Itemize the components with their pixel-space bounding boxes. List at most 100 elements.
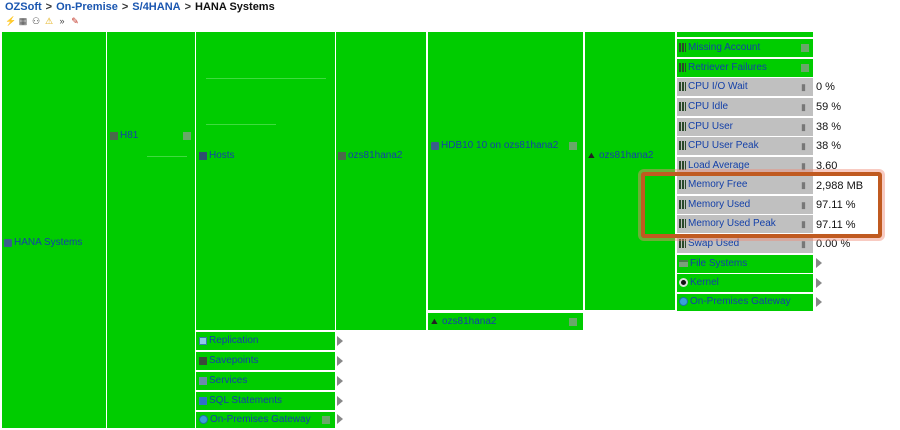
users-icon[interactable]: ⚇ <box>31 16 41 26</box>
metric-cpu-user-peak[interactable]: CPU User Peak ▮ <box>677 137 813 155</box>
metric-value: 3.60 <box>816 160 838 172</box>
expand-arrow[interactable] <box>337 336 343 346</box>
metric-missing-account[interactable]: Missing Account <box>677 39 813 57</box>
tree-node-savepoints[interactable]: Savepoints <box>196 352 335 370</box>
faded-line <box>206 124 276 125</box>
metric-name: CPU Idle <box>688 101 729 112</box>
expand-arrow[interactable] <box>337 376 343 386</box>
database-icon <box>431 141 439 150</box>
tree-node-replication[interactable]: Replication <box>196 332 335 350</box>
expand-arrow[interactable] <box>816 297 822 307</box>
metric-icon <box>679 161 686 170</box>
metric-row-partial <box>677 32 813 37</box>
tree-node-host-ozs81hana2[interactable]: ozs81hana2 <box>336 32 426 330</box>
tree-node-kernel[interactable]: Kernel <box>677 274 813 292</box>
metric-cpu-io-wait[interactable]: CPU I/O Wait ▮ <box>677 78 813 96</box>
chart-icon[interactable]: ▮ <box>801 83 810 92</box>
status-icon <box>569 142 577 150</box>
breadcrumb-separator: > <box>184 1 192 13</box>
chart-icon[interactable]: ▮ <box>801 142 810 151</box>
breadcrumb-link-on-premise[interactable]: On-Premise <box>56 1 118 13</box>
pin-icon[interactable]: ✎ <box>70 16 80 26</box>
node-label: Savepoints <box>199 355 258 366</box>
node-label: Hosts <box>199 150 235 161</box>
node-label: Kernel <box>690 277 719 288</box>
expand-arrow[interactable] <box>816 278 822 288</box>
database-icon <box>4 238 12 247</box>
gateway-icon <box>199 415 208 424</box>
breadcrumb-link-s4hana[interactable]: S/4HANA <box>132 1 180 13</box>
gateway-icon <box>679 297 688 306</box>
metric-value: 38 % <box>816 140 842 152</box>
node-label: ozs81hana2 <box>338 150 403 161</box>
metric-cpu-idle[interactable]: CPU Idle ▮ <box>677 98 813 116</box>
expand-arrow[interactable] <box>337 396 343 406</box>
tree-node-hana-systems[interactable]: HANA Systems <box>2 32 106 428</box>
status-icon <box>569 318 577 326</box>
status-icon <box>801 44 809 52</box>
metric-name: Load Average <box>688 160 750 171</box>
breadcrumb-separator: > <box>45 1 53 13</box>
tree-node-linux-ozs81hana2-2[interactable]: ⛰ ozs81hana2 <box>428 313 583 330</box>
metric-value: 0.00 % <box>816 238 851 250</box>
linux-icon: ⛰ <box>588 151 595 160</box>
expand-arrow[interactable] <box>816 258 822 268</box>
node-label: HDB10 10 on ozs81hana2 <box>431 140 558 151</box>
chart-icon[interactable]: ▮ <box>801 240 810 249</box>
breadcrumb-link-ozsoft[interactable]: OZSoft <box>5 1 42 13</box>
node-label: SQL Statements <box>199 395 282 406</box>
fast-forward-icon[interactable]: » <box>57 16 67 26</box>
metric-name: Retriever Failures <box>688 62 767 73</box>
system-icon <box>110 131 118 140</box>
metric-icon <box>679 122 686 131</box>
metric-icon <box>679 43 686 52</box>
expand-arrow[interactable] <box>337 414 343 424</box>
kernel-icon <box>679 278 688 287</box>
breadcrumb: OZSoft > On-Premise > S/4HANA > HANA Systems <box>5 1 275 13</box>
tree-node-on-premises-gateway-system[interactable]: On-Premises Gateway <box>196 412 335 428</box>
status-icon <box>801 64 809 72</box>
warning-icon[interactable]: ⚠ <box>44 16 54 26</box>
metric-icon <box>679 239 686 248</box>
host-icon <box>338 151 346 160</box>
tree-node-hdb10[interactable]: HDB10 10 on ozs81hana2 <box>428 32 583 310</box>
tree-node-hosts[interactable]: Hosts <box>196 32 335 330</box>
host-icon <box>199 151 207 160</box>
refresh-icon[interactable]: ⚡ <box>5 16 16 26</box>
breadcrumb-separator: > <box>121 1 129 13</box>
linux-icon: ⛰ <box>431 317 438 326</box>
metric-value: 38 % <box>816 121 842 133</box>
metric-icon <box>679 102 686 111</box>
metric-name: CPU I/O Wait <box>688 81 748 92</box>
chart-icon[interactable]: ▮ <box>801 103 810 112</box>
savepoint-icon <box>199 356 207 365</box>
tree-node-on-premises-gateway-host[interactable]: On-Premises Gateway <box>677 294 813 311</box>
tree-node-services[interactable]: Services <box>196 372 335 390</box>
services-icon <box>199 376 207 385</box>
folder-icon <box>679 260 688 267</box>
chart-icon[interactable]: ▮ <box>801 123 810 132</box>
node-label: ⛰ ozs81hana2 <box>431 316 497 327</box>
tree-node-sql-statements[interactable]: SQL Statements <box>196 392 335 410</box>
expand-arrow[interactable] <box>337 356 343 366</box>
metric-value: 0 % <box>816 81 835 93</box>
tree-node-linux-ozs81hana2[interactable]: ⛰ ozs81hana2 <box>585 32 675 310</box>
breadcrumb-current: HANA Systems <box>195 1 275 13</box>
hierarchy-icon[interactable]: ▦ <box>18 16 28 26</box>
tree-node-file-systems[interactable]: File Systems <box>677 255 813 273</box>
faded-line <box>147 156 187 157</box>
metric-retriever-failures[interactable]: Retriever Failures <box>677 59 813 77</box>
metric-name: Missing Account <box>688 42 761 53</box>
tree-node-h81[interactable]: H81 <box>107 32 195 428</box>
metric-cpu-user[interactable]: CPU User ▮ <box>677 118 813 136</box>
chart-icon[interactable]: ▮ <box>801 162 810 171</box>
memory-highlight-box <box>641 172 882 238</box>
metric-icon <box>679 82 686 91</box>
metric-name: Swap Used <box>688 238 740 249</box>
sql-icon <box>199 396 207 405</box>
status-icon <box>183 132 191 140</box>
node-label: On-Premises Gateway <box>199 414 311 425</box>
node-label: On-Premises Gateway <box>690 296 791 307</box>
metric-name: CPU User Peak <box>688 140 759 151</box>
metric-icon <box>679 63 686 72</box>
